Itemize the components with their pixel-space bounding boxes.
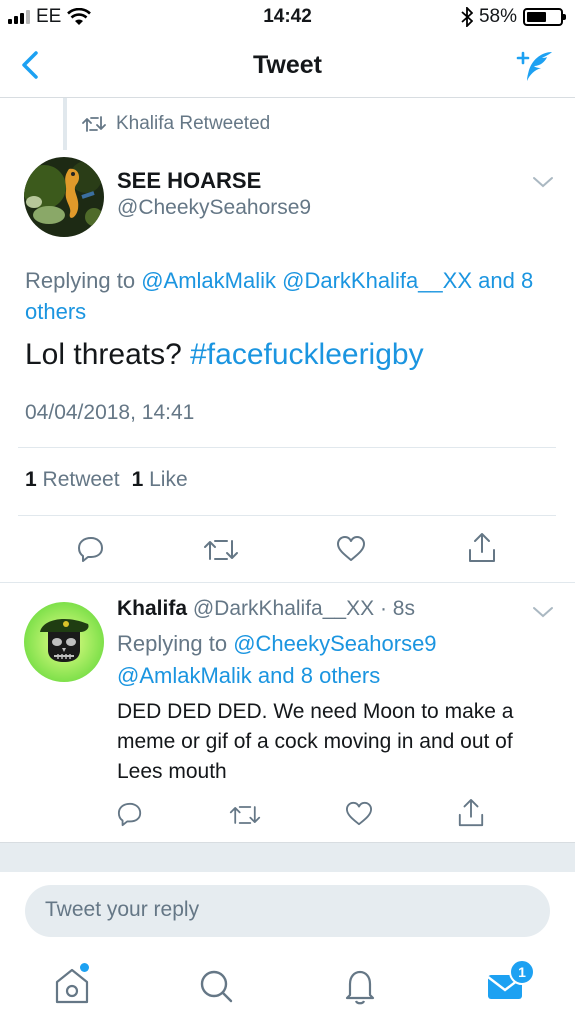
replying-prefix: Replying to <box>25 268 136 293</box>
home-unread-dot <box>80 963 89 972</box>
like-label: Like <box>149 468 188 491</box>
skull-avatar-image <box>24 602 104 682</box>
mention-link[interactable]: @AmlakMalik <box>141 268 276 293</box>
author-handle[interactable]: @DarkKhalifa__XX <box>193 597 374 620</box>
retweet-icon[interactable] <box>203 537 239 563</box>
status-bar-right: 58% <box>461 6 566 28</box>
section-separator <box>0 842 575 872</box>
retweet-count: 1 <box>25 468 37 491</box>
reply-input[interactable]: Tweet your reply <box>25 885 550 937</box>
divider <box>18 515 556 516</box>
nav-title: Tweet <box>253 51 322 79</box>
author-name[interactable]: Khalifa <box>117 597 187 620</box>
divider <box>18 447 556 448</box>
retweet-icon[interactable] <box>229 803 261 827</box>
reply-time: · 8s <box>379 597 415 620</box>
avatar[interactable] <box>24 602 104 682</box>
retweeted-label: Khalifa Retweeted <box>116 113 271 134</box>
nav-bar: Tweet <box>0 34 575 98</box>
reply-icon[interactable] <box>117 801 143 827</box>
reply-header: Khalifa @DarkKhalifa__XX · 8s <box>117 597 415 621</box>
tab-bar: 1 <box>0 950 575 1024</box>
replying-prefix: Replying to <box>117 631 228 656</box>
tweet-stats: 1 Retweet 1 Like <box>25 468 188 492</box>
author-name[interactable]: SEE HOARSE <box>117 168 261 194</box>
status-bar: EE 14:42 58% <box>0 0 575 34</box>
bluetooth-icon <box>461 7 473 27</box>
avatar[interactable] <box>24 157 104 237</box>
hashtag-link[interactable]: #facefuckleerigby <box>190 338 423 371</box>
like-icon[interactable] <box>345 801 373 827</box>
share-icon[interactable] <box>467 532 497 564</box>
battery-percent: 58% <box>478 6 517 27</box>
likes-stat[interactable]: 1 Like <box>132 468 188 492</box>
author-handle[interactable]: @CheekySeahorse9 <box>117 196 311 220</box>
thread-connector <box>63 98 67 150</box>
like-icon[interactable] <box>336 535 366 563</box>
others-link[interactable]: and 8 others <box>258 663 380 688</box>
replying-to: Replying to @AmlakMalik @DarkKhalifa__XX… <box>25 265 555 327</box>
mention-link[interactable]: @CheekySeahorse9 <box>233 631 436 656</box>
search-icon[interactable] <box>196 962 236 1008</box>
mention-link[interactable]: @DarkKhalifa__XX <box>282 268 472 293</box>
notifications-icon[interactable] <box>340 962 380 1008</box>
compose-tweet-icon[interactable] <box>515 48 555 84</box>
retweeted-by: Khalifa Retweeted <box>82 113 270 135</box>
divider <box>0 582 575 583</box>
battery-icon <box>523 8 566 26</box>
share-icon[interactable] <box>457 798 485 828</box>
reply-input-placeholder: Tweet your reply <box>45 898 200 921</box>
tweet-timestamp: 04/04/2018, 14:41 <box>25 401 195 424</box>
tweet-text-plain: Lol threats? <box>25 338 182 371</box>
seahorse-avatar-image <box>24 157 104 237</box>
chevron-down-icon[interactable] <box>532 605 554 619</box>
reply-icon[interactable] <box>77 535 105 563</box>
replying-to: Replying to @CheekySeahorse9 @AmlakMalik… <box>117 628 547 692</box>
messages-badge: 1 <box>509 959 535 985</box>
retweet-label: Retweet <box>42 468 120 491</box>
like-count: 1 <box>131 468 144 491</box>
mention-link[interactable]: @AmlakMalik <box>117 663 252 688</box>
chevron-down-icon[interactable] <box>532 175 554 189</box>
tweet-text: Lol threats? #facefuckleerigby <box>25 338 424 372</box>
reply-text: DED DED DED. We need Moon to make a meme… <box>117 700 514 783</box>
retweet-icon <box>82 116 106 132</box>
battery-level <box>527 12 546 22</box>
retweets-stat[interactable]: 1 Retweet <box>25 468 120 492</box>
